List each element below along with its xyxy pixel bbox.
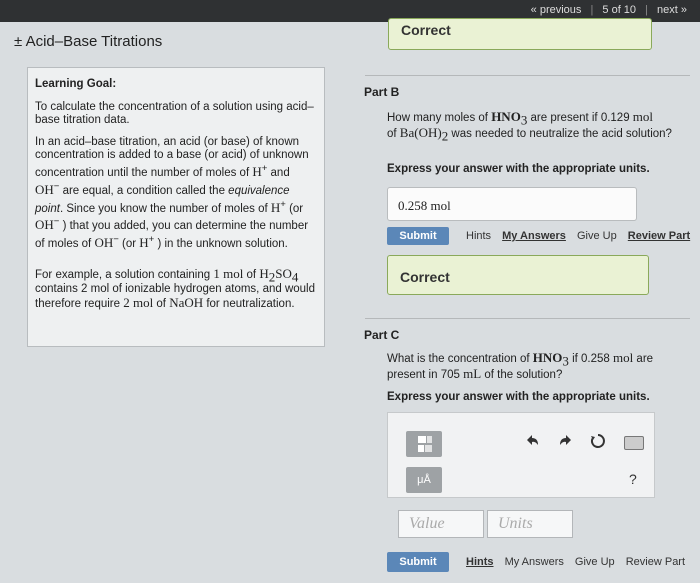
part-b-hints-link[interactable]: Hints: [466, 230, 491, 242]
page-title: ± Acid–Base Titrations: [14, 33, 163, 50]
page-position: 5 of 10: [602, 4, 637, 16]
part-c-review-link[interactable]: Review Part: [626, 556, 685, 568]
part-c-give-up-link[interactable]: Give Up: [575, 556, 615, 568]
part-c-instruction: Express your answer with the appropriate…: [387, 391, 650, 403]
learning-goal-intro: To calculate the concentration of a solu…: [35, 101, 314, 126]
part-c-hints-link[interactable]: Hints: [466, 556, 494, 568]
templates-icon: [418, 436, 432, 452]
part-b-label: Part B: [364, 85, 400, 99]
redo-icon[interactable]: [558, 433, 574, 454]
part-c-question: What is the concentration of HNO3 if 0.2…: [387, 350, 654, 382]
units-input[interactable]: Units: [487, 510, 573, 538]
part-b-my-answers-link[interactable]: My Answers: [502, 230, 566, 242]
learning-goal-explanation: In an acid–base titration, an acid (or b…: [35, 136, 309, 251]
help-icon[interactable]: ?: [629, 471, 637, 487]
next-link[interactable]: next »: [657, 4, 687, 16]
part-b-review-link[interactable]: Review Part: [628, 230, 690, 242]
part-b-question: How many moles of HNO3 are present if 0.…: [387, 109, 672, 144]
part-c-links: Hints My Answers Give Up Review Part: [466, 556, 693, 568]
part-c-divider: [365, 318, 690, 319]
part-b-correct-banner: Correct: [387, 255, 649, 295]
part-b-links: Hints My Answers Give Up Review Part: [466, 230, 698, 242]
undo-icon[interactable]: [524, 433, 540, 454]
keyboard-icon[interactable]: [624, 436, 644, 450]
learning-goal-panel: Learning Goal: To calculate the concentr…: [27, 67, 325, 347]
previous-link[interactable]: « previous: [531, 4, 582, 16]
part-b-instruction: Express your answer with the appropriate…: [387, 163, 650, 175]
part-b-divider: [365, 75, 690, 76]
part-b-give-up-link[interactable]: Give Up: [577, 230, 617, 242]
part-c-submit-button[interactable]: Submit: [387, 552, 449, 572]
learning-goal-heading: Learning Goal:: [35, 78, 117, 90]
pager: « previous | 5 of 10 | next »: [530, 4, 687, 16]
learning-goal-example: For example, a solution containing 1 mol…: [35, 266, 316, 311]
value-input[interactable]: Value: [398, 510, 484, 538]
part-c-my-answers-link[interactable]: My Answers: [505, 556, 564, 568]
reset-icon[interactable]: [590, 433, 606, 454]
part-b-submit-button[interactable]: Submit: [387, 227, 449, 245]
mu-a-button[interactable]: μÅ: [406, 467, 442, 493]
answer-editor-toolbar: μÅ ?: [387, 412, 655, 498]
templates-button[interactable]: [406, 431, 442, 457]
part-c-label: Part C: [364, 328, 400, 342]
part-b-answer-field[interactable]: 0.258 mol: [387, 187, 637, 221]
correct-banner-top: Correct: [388, 18, 652, 50]
